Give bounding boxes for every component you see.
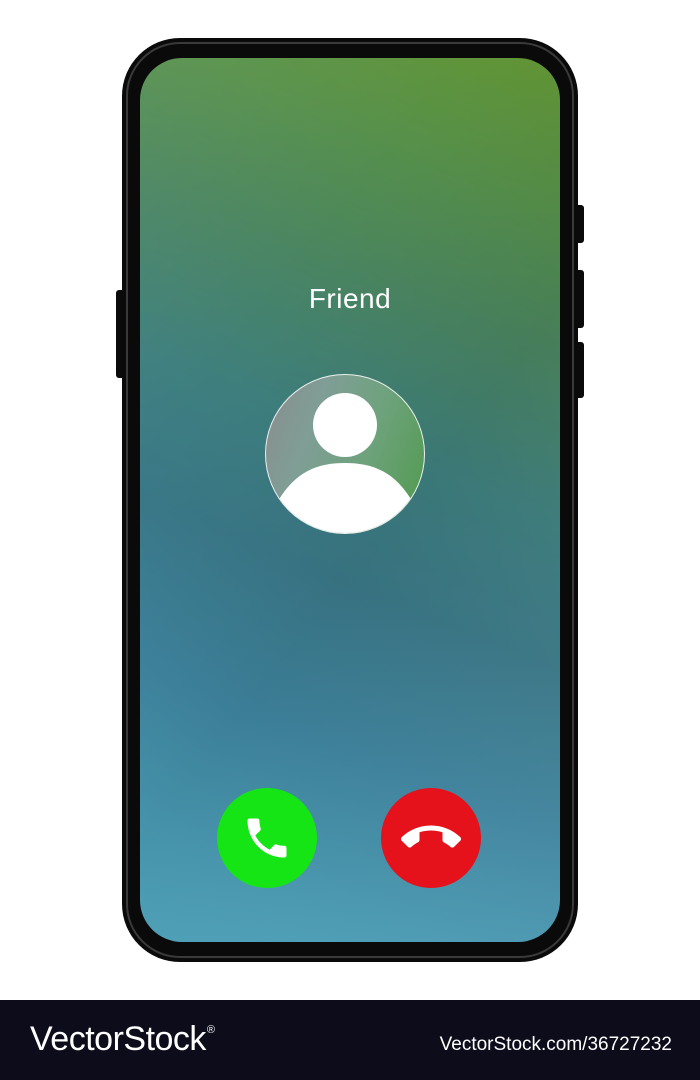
- caller-name: Friend: [308, 283, 392, 314]
- phone-hangup-icon: [401, 825, 461, 848]
- watermark-footer: VectorStock® VectorStock.com/36727232: [0, 1000, 700, 1080]
- watermark-url: VectorStock.com/36727232: [439, 1034, 672, 1055]
- caller-avatar: [265, 374, 425, 534]
- phone-handset-icon: [247, 818, 287, 858]
- watermark-brand: VectorStock®: [30, 1020, 215, 1059]
- user-silhouette-icon: [266, 393, 424, 533]
- decline-call-button[interactable]: [381, 788, 481, 888]
- accept-call-button[interactable]: [217, 788, 317, 888]
- incoming-call-screen: Friend: [140, 58, 560, 942]
- watermark-brand-text: VectorStock: [30, 1020, 206, 1058]
- registered-mark: ®: [206, 1024, 215, 1036]
